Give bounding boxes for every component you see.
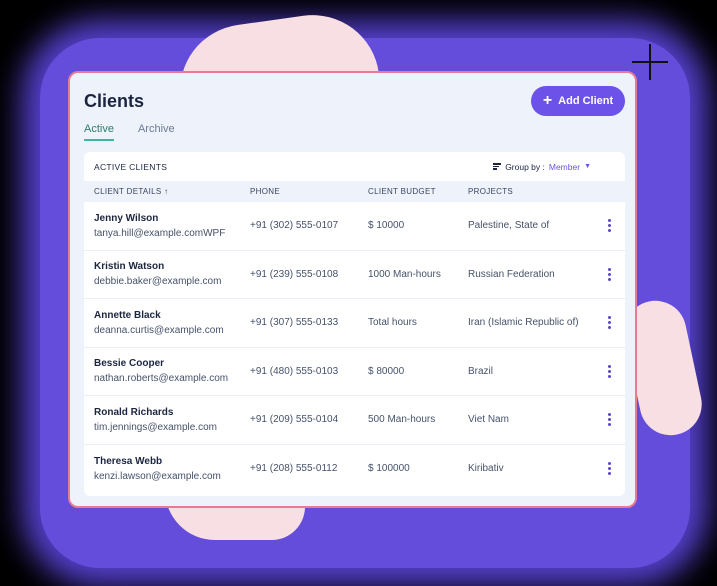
client-phone: +91 (302) 555-0107 — [250, 220, 339, 232]
client-project: Kiribativ — [468, 463, 504, 475]
client-name: Annette Black — [94, 309, 161, 321]
table-row[interactable]: Annette Black deanna.curtis@example.com … — [84, 299, 625, 348]
client-project: Russian Federation — [468, 268, 555, 280]
table-row[interactable]: Kristin Watson debbie.baker@example.com … — [84, 251, 625, 299]
client-name: Kristin Watson — [94, 261, 165, 273]
kebab-menu-icon[interactable] — [604, 458, 615, 479]
client-email: debbie.baker@example.com — [94, 276, 222, 288]
kebab-menu-icon[interactable] — [604, 264, 615, 285]
client-budget: $ 100000 — [368, 463, 410, 475]
table-row[interactable]: Ronald Richards tim.jennings@example.com… — [84, 396, 625, 445]
client-budget: 1000 Man-hours — [368, 268, 441, 280]
client-name: Ronald Richards — [94, 406, 174, 418]
client-name: Jenny Wilson — [94, 212, 159, 224]
clients-table-panel: ACTIVE CLIENTS Group by : Member ▼ CLIEN… — [84, 152, 625, 496]
column-header-projects: PROJECTS — [468, 187, 514, 196]
kebab-menu-icon[interactable] — [604, 361, 615, 382]
client-phone: +91 (307) 555-0133 — [250, 317, 339, 329]
plus-icon: + — [542, 92, 553, 109]
add-client-button[interactable]: + Add Client — [531, 86, 625, 116]
group-by-control[interactable]: Group by : Member ▼ — [493, 162, 591, 172]
client-project: Palestine, State of — [468, 220, 550, 232]
panel-title: ACTIVE CLIENTS — [94, 161, 168, 172]
add-client-label: Add Client — [558, 95, 614, 107]
table-row[interactable]: Bessie Cooper nathan.roberts@example.com… — [84, 348, 625, 396]
client-email: nathan.roberts@example.com — [94, 373, 229, 385]
table-body: Jenny Wilson tanya.hill@example.comWPF +… — [84, 202, 625, 493]
client-name: Bessie Cooper — [94, 358, 165, 370]
tab-active[interactable]: Active — [84, 123, 114, 141]
panel-header: ACTIVE CLIENTS Group by : Member ▼ — [84, 152, 625, 181]
client-email: kenzi.lawson@example.com — [94, 470, 221, 482]
kebab-menu-icon[interactable] — [604, 312, 615, 333]
client-project: Viet Nam — [468, 414, 509, 426]
client-project: Iran (Islamic Republic of) — [468, 317, 579, 329]
client-phone: +91 (239) 555-0108 — [250, 268, 339, 280]
client-phone: +91 (480) 555-0103 — [250, 365, 339, 377]
client-budget: $ 80000 — [368, 365, 405, 377]
page-title: Clients — [84, 91, 145, 111]
kebab-menu-icon[interactable] — [604, 409, 615, 430]
client-budget: $ 10000 — [368, 220, 405, 232]
table-row[interactable]: Jenny Wilson tanya.hill@example.comWPF +… — [84, 202, 625, 251]
sparkle-icon — [632, 44, 668, 80]
column-header-client-budget: CLIENT BUDGET — [368, 187, 436, 196]
table-header: CLIENT DETAILS ↑ PHONE CLIENT BUDGET PRO… — [84, 181, 625, 202]
tab-archive[interactable]: Archive — [138, 123, 175, 141]
filter-icon — [493, 163, 502, 170]
client-email: tim.jennings@example.com — [94, 421, 217, 433]
client-project: Brazil — [468, 365, 494, 377]
client-email: deanna.curtis@example.com — [94, 324, 224, 336]
column-header-client-details[interactable]: CLIENT DETAILS ↑ — [84, 187, 250, 196]
kebab-menu-icon[interactable] — [604, 215, 615, 236]
client-phone: +91 (208) 555-0112 — [250, 463, 338, 475]
client-email: tanya.hill@example.comWPF — [94, 227, 226, 239]
client-phone: +91 (209) 555-0104 — [250, 414, 339, 426]
client-budget: Total hours — [368, 317, 417, 329]
client-budget: 500 Man-hours — [368, 414, 436, 426]
clients-card: Clients + Add Client Active Archive ACTI… — [68, 71, 637, 508]
column-header-phone: PHONE — [250, 187, 280, 196]
client-name: Theresa Webb — [94, 455, 163, 467]
tab-bar: Active Archive — [84, 123, 175, 141]
group-by-label: Group by : — [505, 161, 545, 172]
table-row[interactable]: Theresa Webb kenzi.lawson@example.com +9… — [84, 445, 625, 494]
caret-down-icon[interactable]: ▼ — [584, 163, 591, 170]
group-by-value[interactable]: Member — [549, 162, 580, 172]
